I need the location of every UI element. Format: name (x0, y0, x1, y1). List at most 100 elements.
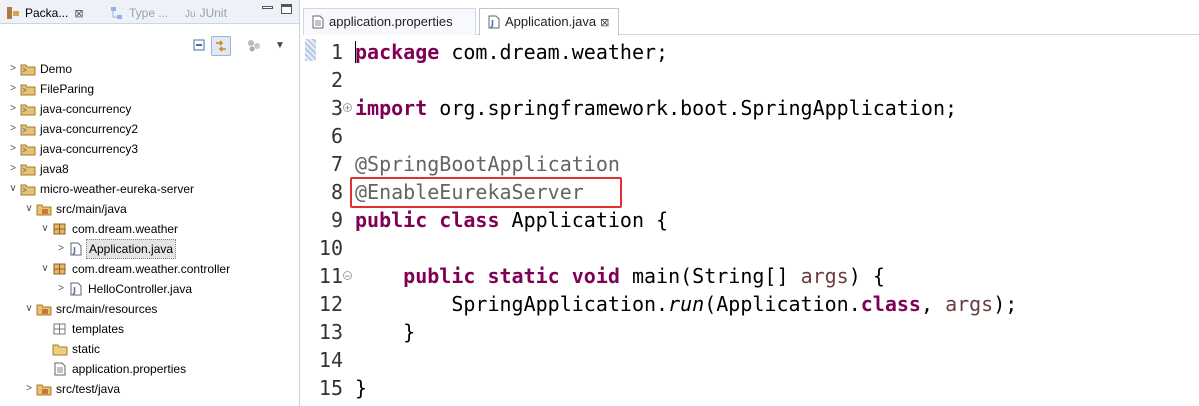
tree-item-label: Application.java (86, 239, 177, 259)
line-number: 2 (330, 68, 343, 92)
tab-label: Packa... (25, 6, 69, 20)
package-icon (52, 262, 68, 276)
collapsed-chevron-icon[interactable]: > (8, 119, 18, 139)
line-number: 13 (318, 320, 343, 344)
line-number: 12 (318, 292, 343, 316)
tree-item-label: com.dream.weather.controller (72, 262, 231, 276)
project-icon (20, 62, 36, 76)
collapsed-chevron-icon[interactable]: > (8, 99, 18, 119)
line-number: 3 (330, 96, 343, 120)
collapsed-chevron-icon[interactable]: > (8, 139, 18, 159)
tab-application-java[interactable]: J Application.java ⊠ (479, 8, 619, 36)
tree-item[interactable]: > FileParing (0, 79, 299, 99)
expanded-chevron-icon[interactable]: ∨ (40, 219, 50, 239)
tab-junit[interactable]: Ju JUnit (185, 3, 227, 23)
tree-item[interactable]: > java-concurrency (0, 99, 299, 119)
tree-item-label: java-concurrency2 (40, 122, 139, 136)
maximize-icon[interactable] (281, 4, 292, 14)
collapsed-chevron-icon[interactable]: > (56, 239, 66, 259)
tree-item[interactable]: ∨ com.dream.weather.controller (0, 259, 299, 279)
package-explorer-icon (7, 7, 19, 19)
code-editor: application.properties J Application.java… (303, 0, 1199, 406)
code-line: 11− public static void main(String[] arg… (303, 262, 1199, 290)
project-tree: > Demo > FileParing > java-concurrency > java-c… (0, 59, 299, 399)
collapsed-chevron-icon[interactable]: > (8, 159, 18, 179)
tree-item-label: com.dream.weather (72, 222, 179, 236)
empty-package-icon (52, 322, 68, 336)
tree-item[interactable]: > java-concurrency3 (0, 139, 299, 159)
folder-icon (52, 342, 68, 356)
highlight-annotation-box (350, 177, 622, 208)
keyword-token: void (571, 264, 620, 288)
expand-fold-icon[interactable]: + (343, 103, 352, 113)
project-icon (20, 162, 36, 176)
tree-item[interactable]: > J HelloController.java (0, 279, 299, 299)
explorer-toolbar: ▼ (0, 36, 299, 56)
explorer-tab-bar: Packa... ⊠ Type ... Ju JUnit (0, 0, 299, 24)
expanded-chevron-icon[interactable]: ∨ (40, 259, 50, 279)
type-hierarchy-icon (111, 7, 122, 19)
source-folder-icon (36, 202, 52, 216)
tree-item[interactable]: > java-concurrency2 (0, 119, 299, 139)
code-token: ) { (848, 264, 885, 288)
collapsed-chevron-icon[interactable]: > (8, 79, 18, 99)
project-icon (20, 82, 36, 96)
code-text: @SpringBootApplication (355, 150, 620, 178)
keyword-token: public (355, 208, 428, 232)
code-area[interactable]: 1 package com.dream.weather; 2 3 + import org… (303, 37, 1199, 406)
collapsed-chevron-icon[interactable]: > (56, 279, 66, 299)
link-with-editor-icon[interactable] (211, 36, 231, 56)
package-explorer: Packa... ⊠ Type ... Ju JUnit ▼ > Demo > FileP… (0, 0, 300, 406)
keyword-token: package (355, 40, 440, 64)
code-line: 10 (303, 234, 1199, 262)
collapsed-chevron-icon[interactable]: > (8, 59, 18, 79)
code-line: 2 (303, 66, 1199, 94)
collapse-all-icon[interactable] (190, 36, 210, 56)
view-menu-chevron-down-icon[interactable]: ▼ (270, 36, 290, 56)
focus-on-active-task-icon[interactable] (244, 36, 264, 56)
line-number: 10 (318, 236, 343, 260)
tree-item[interactable]: application.properties (0, 359, 299, 379)
tree-item[interactable]: ∨ src/main/java (0, 199, 299, 219)
code-token: main(String[] (619, 264, 801, 288)
code-token: SpringApplication. (355, 292, 669, 316)
tree-item[interactable]: > java8 (0, 159, 299, 179)
parameter-token: args (800, 264, 849, 288)
tree-item-label: HelloController.java (88, 282, 193, 296)
tree-item[interactable]: > Demo (0, 59, 299, 79)
expanded-chevron-icon[interactable]: ∨ (8, 179, 18, 199)
code-token: } (355, 320, 416, 344)
collapse-fold-icon[interactable]: − (343, 271, 352, 281)
expanded-chevron-icon[interactable]: ∨ (24, 299, 34, 319)
tree-item[interactable]: > src/test/java (0, 379, 299, 399)
tree-item[interactable]: > J Application.java (0, 239, 299, 259)
tree-item[interactable]: templates (0, 319, 299, 339)
svg-text:J: J (72, 286, 76, 295)
code-text: public class Application { (355, 206, 668, 234)
tree-item-label: java-concurrency3 (40, 142, 139, 156)
tab-package-explorer[interactable]: Packa... ⊠ (6, 3, 84, 23)
code-line: 15} (303, 374, 1199, 402)
tab-type-hierarchy[interactable]: Type ... (110, 3, 168, 23)
keyword-token: class (439, 208, 500, 232)
svg-text:J: J (490, 19, 494, 28)
code-line: 7 @SpringBootApplication (303, 150, 1199, 178)
expanded-chevron-icon[interactable]: ∨ (24, 199, 34, 219)
minimize-icon[interactable] (262, 6, 273, 9)
close-icon[interactable]: ⊠ (74, 4, 83, 24)
tree-item[interactable]: static (0, 339, 299, 359)
close-icon[interactable]: ⊠ (600, 10, 609, 36)
tree-item[interactable]: ∨ src/main/resources (0, 299, 299, 319)
tree-item[interactable]: ∨ com.dream.weather (0, 219, 299, 239)
tab-application-properties[interactable]: application.properties (303, 8, 476, 35)
line-number: 8 (330, 180, 343, 204)
collapsed-chevron-icon[interactable]: > (24, 379, 34, 399)
code-line: 12 SpringApplication.run(Application.cla… (303, 290, 1199, 318)
tree-item[interactable]: ∨ micro-weather-eureka-server (0, 179, 299, 199)
code-text: } (355, 318, 415, 346)
properties-file-icon (312, 15, 324, 29)
line-number: 14 (318, 348, 343, 372)
